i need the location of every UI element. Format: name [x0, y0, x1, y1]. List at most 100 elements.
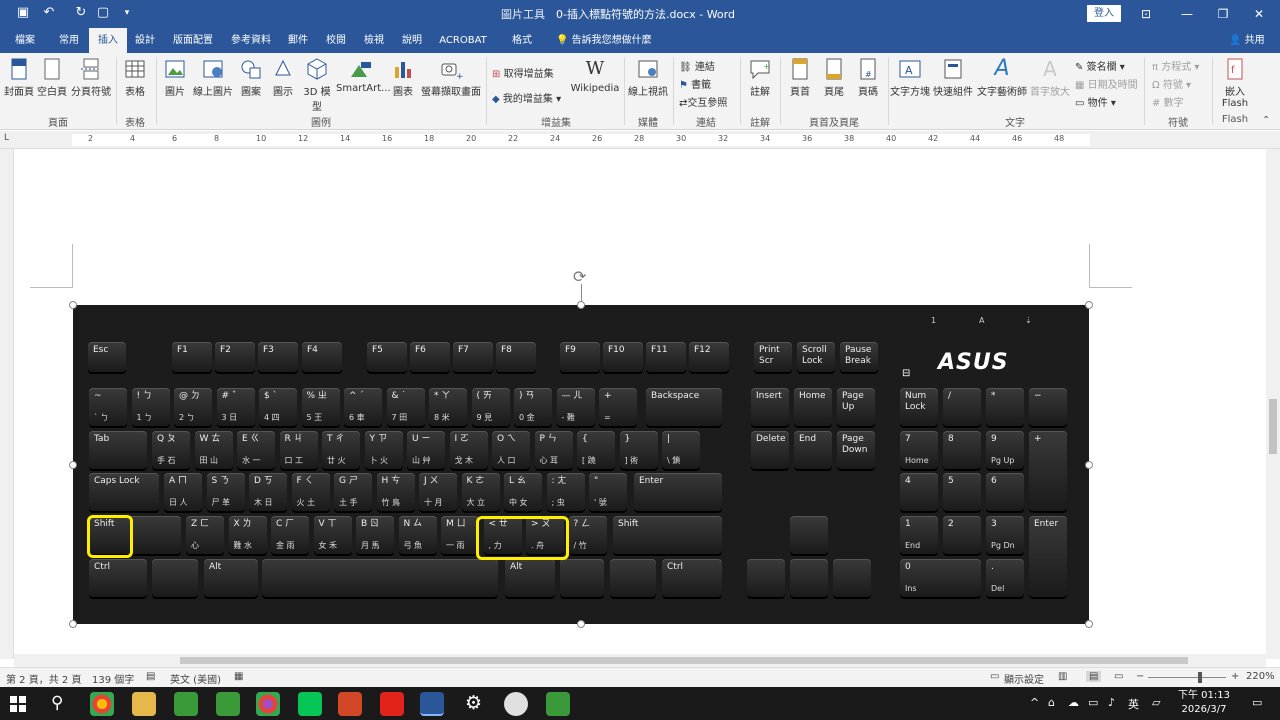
customize-qa-icon[interactable]: ▾	[118, 5, 136, 21]
undo-icon[interactable]: ↶	[40, 5, 58, 21]
tab-home[interactable]: 常用	[50, 28, 88, 53]
header-button[interactable]: 頁首	[784, 57, 816, 98]
display-settings-icon[interactable]: ▭	[990, 671, 999, 682]
onedrive-icon[interactable]: ☁	[1068, 696, 1079, 709]
vertical-ruler[interactable]	[0, 149, 14, 659]
zoom-in-icon[interactable]: +	[1231, 671, 1239, 682]
page-count[interactable]: 第 2 頁，共 2 頁	[6, 671, 81, 686]
chart-button[interactable]: 圖表	[388, 57, 418, 98]
share-button[interactable]: 👤 共用	[1229, 28, 1265, 53]
wordart-button[interactable]: A 文字藝術師	[976, 57, 1028, 99]
scroll-thumb[interactable]	[180, 657, 1188, 664]
settings-gear-icon[interactable]: ⚙	[465, 692, 482, 714]
resize-handle[interactable]	[69, 620, 77, 628]
page-number-button[interactable]: # 頁碼	[852, 57, 884, 98]
proofing-icon[interactable]: ▤	[146, 671, 155, 682]
display-settings[interactable]: 顯示設定	[1004, 671, 1044, 686]
zoom-out-icon[interactable]: −	[1136, 671, 1144, 682]
smartart-button[interactable]: SmartArt...	[336, 57, 391, 94]
tab-view[interactable]: 檢視	[356, 28, 392, 53]
bookmark-button[interactable]: ⚑ 書籤	[679, 76, 711, 91]
network-icon[interactable]: ⌂	[1048, 696, 1055, 709]
system-clock[interactable]: 下午 01:13 2026/3/7	[1178, 689, 1230, 717]
resize-handle[interactable]	[69, 461, 77, 469]
my-addins-button[interactable]: ◆ 我的增益集 ▾	[492, 90, 561, 105]
tab-references[interactable]: 參考資料	[224, 28, 278, 53]
table-button[interactable]: 表格	[120, 57, 150, 98]
tab-file[interactable]: 檔案	[6, 28, 44, 53]
zoom-level[interactable]: 220%	[1246, 671, 1275, 682]
ime-indicator[interactable]: 英	[1128, 696, 1139, 712]
windows-start-icon[interactable]	[10, 696, 26, 712]
3d-models-button[interactable]: 3D 模型	[300, 57, 334, 113]
vertical-scrollbar[interactable]	[1266, 149, 1280, 659]
comment-button[interactable]: + 註解	[744, 57, 776, 98]
macro-icon[interactable]: ▦	[234, 671, 243, 682]
tab-insert[interactable]: 插入	[89, 28, 127, 53]
resize-handle[interactable]	[577, 620, 585, 628]
equation-button[interactable]: π 方程式 ▾	[1152, 58, 1199, 73]
chrome-icon[interactable]	[90, 692, 114, 716]
tab-mailings[interactable]: 郵件	[280, 28, 316, 53]
cover-page-button[interactable]: 封面頁	[4, 57, 34, 98]
ime-mode-icon[interactable]: ▱	[1152, 696, 1160, 709]
notifications-icon[interactable]: ▭	[1252, 696, 1262, 709]
resize-handle[interactable]	[69, 301, 77, 309]
symbol-button[interactable]: Ω 符號 ▾	[1152, 76, 1191, 91]
tab-format[interactable]: 格式	[503, 28, 541, 53]
language-status[interactable]: 英文 (美國)	[170, 671, 221, 686]
tab-design[interactable]: 設計	[127, 28, 163, 53]
resize-handle[interactable]	[577, 301, 585, 309]
embed-flash-button[interactable]: f 嵌入 Flash	[1216, 57, 1254, 109]
tab-help[interactable]: 說明	[394, 28, 430, 53]
object-button[interactable]: ▭ 物件 ▾	[1075, 94, 1116, 109]
close-button[interactable]: ✕	[1236, 0, 1280, 28]
file-explorer-icon[interactable]	[132, 692, 156, 716]
tray-app-icon[interactable]: ▭	[1088, 696, 1098, 709]
ribbon-display-icon[interactable]: ⊡	[1123, 0, 1169, 28]
textbox-button[interactable]: A 文字方塊	[890, 57, 930, 98]
date-time-button[interactable]: ▦ 日期及時間	[1075, 76, 1138, 91]
cross-reference-button[interactable]: ⇄交互參照	[679, 94, 727, 109]
drop-cap-button[interactable]: A 首字放大	[1028, 57, 1072, 98]
show-hidden-icons-icon[interactable]: ^	[1030, 696, 1039, 709]
new-doc-icon[interactable]: ▢	[94, 5, 112, 21]
word-count[interactable]: 139 個字	[92, 671, 134, 686]
picture-button[interactable]: 圖片	[160, 57, 190, 98]
icons-button[interactable]: 圖示	[268, 57, 298, 98]
read-mode-icon[interactable]: ▥	[1058, 671, 1067, 682]
collapse-ribbon-icon[interactable]: ⌃	[1262, 115, 1270, 126]
online-video-button[interactable]: 線上視訊	[626, 57, 670, 98]
signature-line-button[interactable]: ✎ 簽名欄 ▾	[1075, 58, 1125, 73]
resize-handle[interactable]	[1085, 461, 1093, 469]
layout-options-icon[interactable]: ⊟	[902, 368, 911, 379]
print-layout-icon[interactable]: ▤	[1086, 671, 1102, 682]
online-picture-button[interactable]: 線上圖片	[192, 57, 234, 98]
volume-icon[interactable]: ♪	[1108, 696, 1115, 709]
line-icon[interactable]	[298, 692, 322, 716]
zoom-slider-thumb[interactable]	[1198, 672, 1202, 683]
tell-me-search[interactable]: 💡 告訴我您想做什麼	[556, 28, 652, 53]
tab-layout[interactable]: 版面配置	[166, 28, 220, 53]
powerpoint-icon[interactable]	[338, 692, 362, 716]
web-layout-icon[interactable]: ▭	[1114, 671, 1123, 682]
scroll-thumb[interactable]	[1269, 399, 1277, 454]
resize-handle[interactable]	[1085, 620, 1093, 628]
page-break-button[interactable]: 分頁符號	[70, 57, 112, 98]
horizontal-scrollbar[interactable]	[14, 654, 1266, 667]
tab-review[interactable]: 校閱	[318, 28, 354, 53]
zoom-slider[interactable]	[1148, 677, 1226, 678]
footer-button[interactable]: 頁尾	[818, 57, 850, 98]
camtasia-icon[interactable]	[174, 692, 198, 716]
search-icon[interactable]: ⚲	[51, 693, 63, 713]
save-icon[interactable]: ▣	[14, 5, 32, 21]
resize-handle[interactable]	[1085, 301, 1093, 309]
quick-parts-button[interactable]: 快速組件	[932, 57, 974, 98]
number-button[interactable]: # 數字	[1152, 94, 1184, 109]
tab-stop-icon[interactable]: L	[4, 133, 9, 143]
rotate-handle-icon[interactable]: ⟳	[573, 267, 586, 286]
camtasia-editor-icon[interactable]	[546, 692, 570, 716]
clock-app-icon[interactable]	[504, 692, 528, 716]
blank-page-button[interactable]: 空白頁	[36, 57, 68, 98]
tab-acrobat[interactable]: ACROBAT	[435, 28, 491, 53]
